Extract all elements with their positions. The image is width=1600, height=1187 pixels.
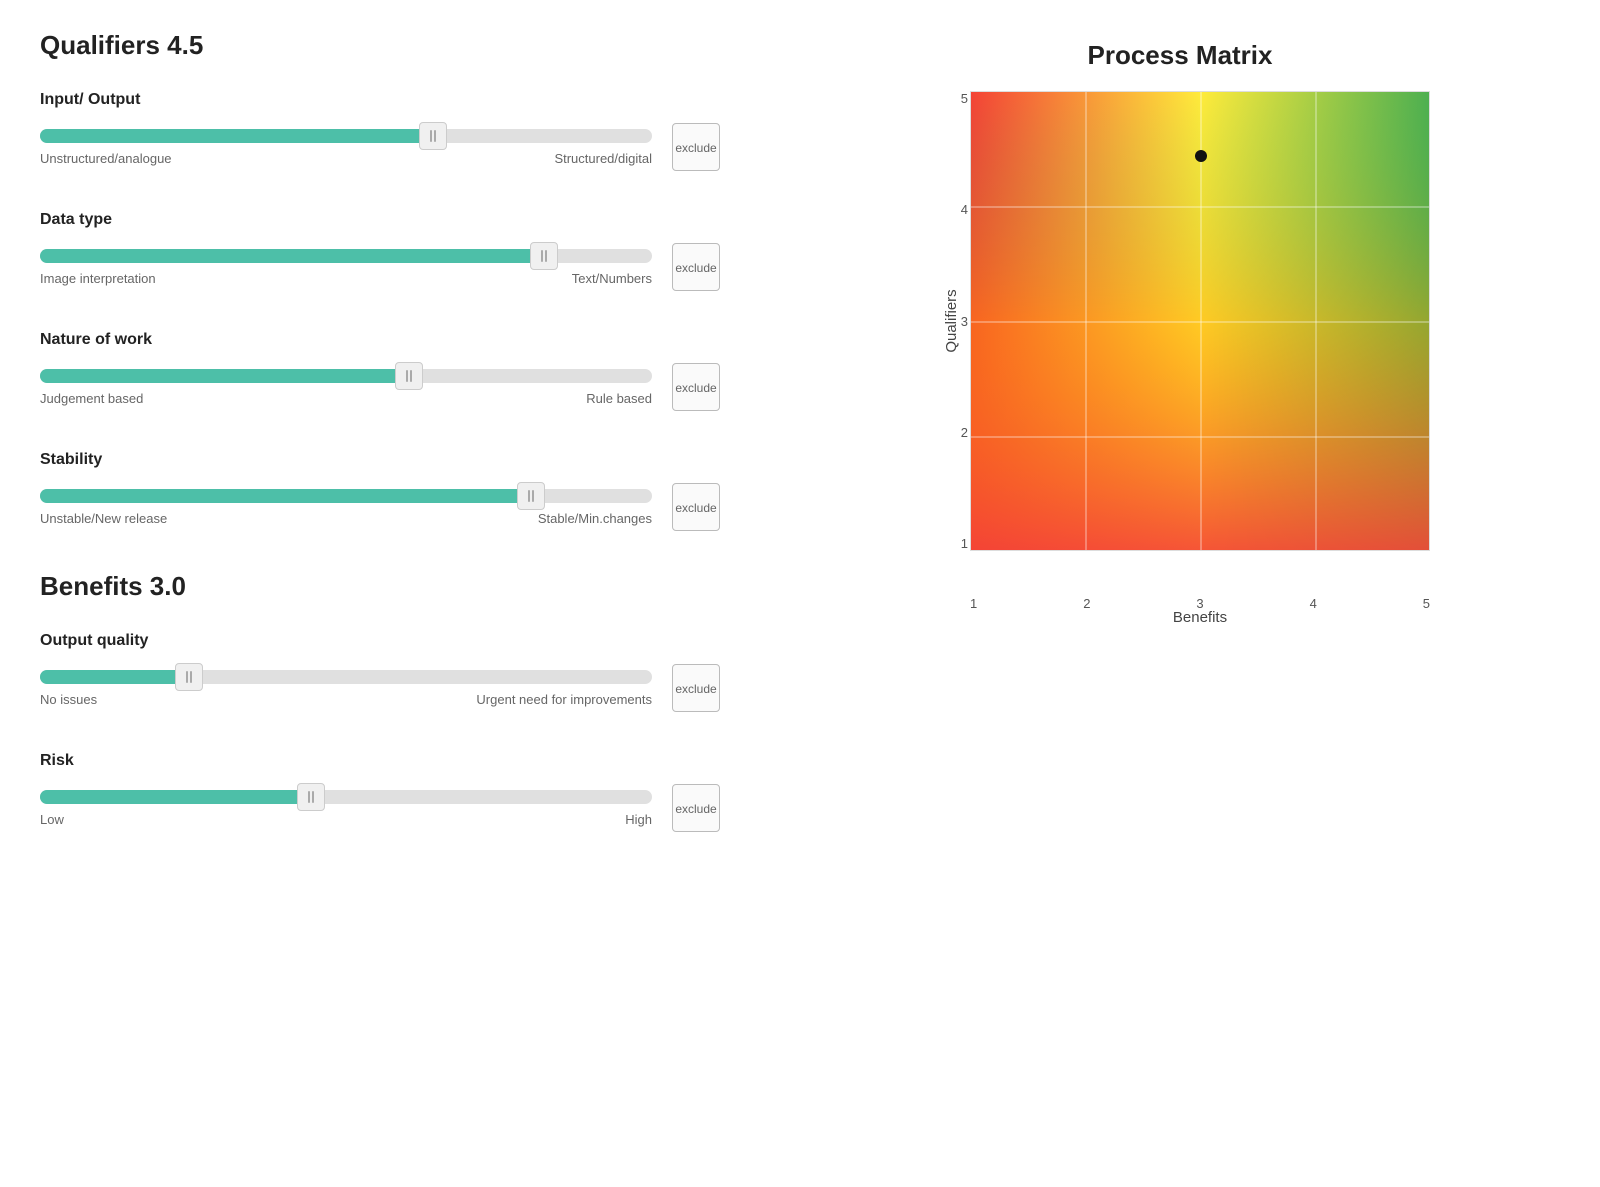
slider-right-label-stability: Stable/Min.changes — [538, 511, 652, 526]
slider-labels-stability: Unstable/New release Stable/Min.changes — [40, 511, 652, 526]
slider-thumb-nature-of-work[interactable] — [395, 362, 423, 390]
slider-labels-input-output: Unstructured/analogue Structured/digital — [40, 151, 652, 166]
slider-container-risk: Low High exclude — [40, 784, 720, 832]
slider-fill-nature-of-work — [40, 369, 395, 383]
y-ticks: 5 4 3 2 1 — [950, 91, 968, 551]
matrix-title: Process Matrix — [1088, 40, 1273, 71]
slider-row-data-type: Data type Image interpretation Text/Number… — [40, 211, 720, 291]
slider-right-label-input-output: Structured/digital — [554, 151, 652, 166]
benefits-sliders: Output quality No issues Urgent need for i… — [40, 632, 720, 832]
matrix-container: Qualifiers 5 4 3 2 1 — [930, 91, 1430, 591]
slider-row-input-output: Input/ Output Unstructured/analogue Struct… — [40, 91, 720, 171]
slider-container-output-quality: No issues Urgent need for improvements exc… — [40, 664, 720, 712]
slider-thumb-data-type[interactable] — [530, 242, 558, 270]
data-point — [1195, 150, 1207, 162]
slider-fill-output-quality — [40, 670, 175, 684]
slider-track-stability[interactable] — [40, 489, 652, 503]
slider-wrapper-data-type: Image interpretation Text/Numbers — [40, 249, 652, 286]
slider-label-stability: Stability — [40, 451, 720, 469]
slider-labels-output-quality: No issues Urgent need for improvements — [40, 692, 652, 707]
qualifiers-title: Qualifiers 4.5 — [40, 30, 720, 61]
matrix-gradient-svg — [970, 91, 1430, 551]
exclude-button-risk[interactable]: exclude — [672, 784, 720, 832]
slider-left-label-risk: Low — [40, 812, 64, 827]
x-axis-label: Benefits — [970, 609, 1430, 626]
slider-thumb-risk[interactable] — [297, 783, 325, 811]
slider-container-nature-of-work: Judgement based Rule based exclude — [40, 363, 720, 411]
slider-row-stability: Stability Unstable/New release Stable/Min.… — [40, 451, 720, 531]
slider-left-label-nature-of-work: Judgement based — [40, 391, 143, 406]
slider-thumb-stability[interactable] — [517, 482, 545, 510]
benefits-title: Benefits 3.0 — [40, 571, 720, 602]
exclude-label-input-output: exclude — [675, 141, 716, 155]
slider-wrapper-nature-of-work: Judgement based Rule based — [40, 369, 652, 406]
slider-label-data-type: Data type — [40, 211, 720, 229]
slider-left-label-data-type: Image interpretation — [40, 271, 156, 286]
exclude-label-nature-of-work: exclude — [675, 381, 716, 395]
slider-thumb-input-output[interactable] — [419, 122, 447, 150]
slider-fill-input-output — [40, 129, 419, 143]
slider-container-input-output: Unstructured/analogue Structured/digital e… — [40, 123, 720, 171]
slider-label-risk: Risk — [40, 752, 720, 770]
slider-label-input-output: Input/ Output — [40, 91, 720, 109]
slider-track-data-type[interactable] — [40, 249, 652, 263]
slider-wrapper-stability: Unstable/New release Stable/Min.changes — [40, 489, 652, 526]
exclude-label-stability: exclude — [675, 501, 716, 515]
exclude-button-data-type[interactable]: exclude — [672, 243, 720, 291]
exclude-button-output-quality[interactable]: exclude — [672, 664, 720, 712]
slider-track-output-quality[interactable] — [40, 670, 652, 684]
exclude-label-output-quality: exclude — [675, 682, 716, 696]
slider-left-label-output-quality: No issues — [40, 692, 97, 707]
slider-fill-data-type — [40, 249, 530, 263]
exclude-label-risk: exclude — [675, 802, 716, 816]
right-panel: Process Matrix Qualifiers 5 4 3 2 1 — [760, 0, 1600, 1187]
slider-right-label-output-quality: Urgent need for improvements — [476, 692, 652, 707]
slider-row-risk: Risk Low High exclude — [40, 752, 720, 832]
exclude-label-data-type: exclude — [675, 261, 716, 275]
slider-container-stability: Unstable/New release Stable/Min.changes ex… — [40, 483, 720, 531]
exclude-button-stability[interactable]: exclude — [672, 483, 720, 531]
slider-left-label-input-output: Unstructured/analogue — [40, 151, 172, 166]
slider-wrapper-input-output: Unstructured/analogue Structured/digital — [40, 129, 652, 166]
exclude-button-input-output[interactable]: exclude — [672, 123, 720, 171]
slider-left-label-stability: Unstable/New release — [40, 511, 167, 526]
slider-track-risk[interactable] — [40, 790, 652, 804]
qualifiers-sliders: Input/ Output Unstructured/analogue Struct… — [40, 91, 720, 531]
matrix-chart — [970, 91, 1430, 551]
slider-thumb-output-quality[interactable] — [175, 663, 203, 691]
slider-track-nature-of-work[interactable] — [40, 369, 652, 383]
slider-wrapper-risk: Low High — [40, 790, 652, 827]
exclude-button-nature-of-work[interactable]: exclude — [672, 363, 720, 411]
slider-label-output-quality: Output quality — [40, 632, 720, 650]
slider-labels-nature-of-work: Judgement based Rule based — [40, 391, 652, 406]
slider-right-label-nature-of-work: Rule based — [586, 391, 652, 406]
slider-right-label-risk: High — [625, 812, 652, 827]
slider-right-label-data-type: Text/Numbers — [572, 271, 652, 286]
slider-labels-risk: Low High — [40, 812, 652, 827]
slider-row-nature-of-work: Nature of work Judgement based Rule based e… — [40, 331, 720, 411]
slider-fill-stability — [40, 489, 517, 503]
slider-fill-risk — [40, 790, 297, 804]
slider-row-output-quality: Output quality No issues Urgent need for i… — [40, 632, 720, 712]
slider-wrapper-output-quality: No issues Urgent need for improvements — [40, 670, 652, 707]
slider-label-nature-of-work: Nature of work — [40, 331, 720, 349]
slider-track-input-output[interactable] — [40, 129, 652, 143]
slider-container-data-type: Image interpretation Text/Numbers exclude — [40, 243, 720, 291]
left-panel: Qualifiers 4.5 Input/ Output Unstructured… — [0, 0, 760, 1187]
slider-labels-data-type: Image interpretation Text/Numbers — [40, 271, 652, 286]
